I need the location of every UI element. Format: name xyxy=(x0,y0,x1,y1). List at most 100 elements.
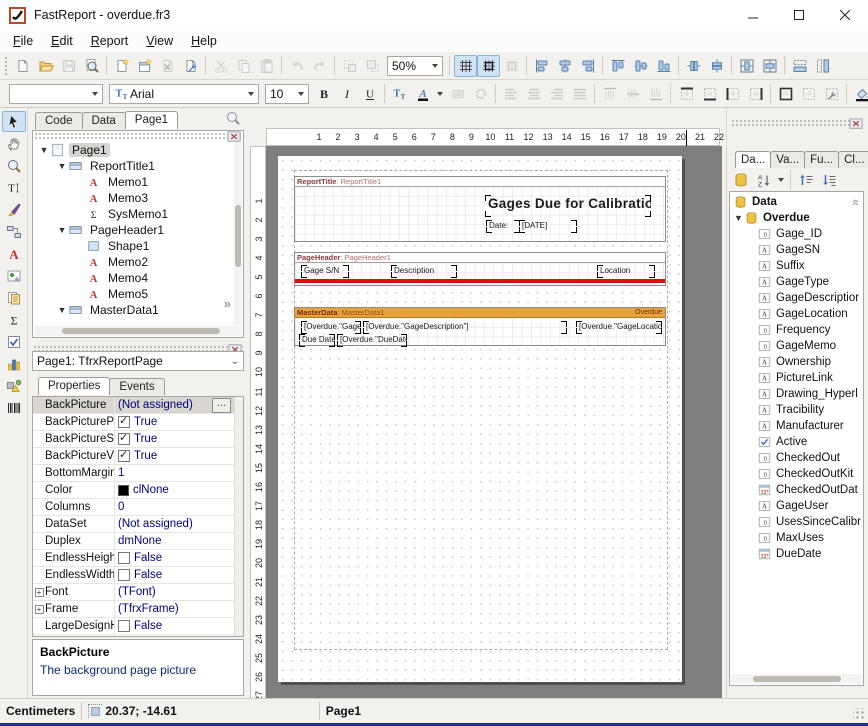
shape-red-line[interactable] xyxy=(295,279,665,283)
tab-code[interactable]: Code xyxy=(35,112,83,129)
data-field-row[interactable]: AGageType xyxy=(731,274,862,290)
expand-all-button[interactable] xyxy=(817,169,840,191)
frame-all-button[interactable] xyxy=(774,83,797,105)
font-select[interactable]: TTArial xyxy=(109,84,259,104)
memo-object[interactable]: [Overdue."GageS xyxy=(301,321,361,334)
subreport-object-button[interactable] xyxy=(2,287,26,308)
memo-object[interactable]: Gages Due for Calibration xyxy=(485,195,651,217)
memo-object[interactable]: Due Date: xyxy=(299,334,335,347)
report-page[interactable]: ReportTitle: ReportTitle1Gages Due for C… xyxy=(278,156,682,682)
frame-right-button[interactable] xyxy=(744,83,767,105)
same-width-button[interactable] xyxy=(788,55,811,77)
tree-item[interactable]: Shape1 xyxy=(34,238,234,254)
data-field-row[interactable]: AOwnership xyxy=(731,354,862,370)
chevron-down-icon[interactable]: ▼ xyxy=(56,161,68,171)
data-field-row[interactable]: AGageDescriptior xyxy=(731,290,862,306)
checkbox-icon[interactable] xyxy=(118,569,130,581)
data-field-row[interactable]: .0UsesSinceCalibr xyxy=(731,514,862,530)
property-row[interactable]: +Frame(TfrxFrame) xyxy=(33,601,243,618)
text-object-button[interactable]: A xyxy=(2,243,26,264)
tab-properties[interactable]: Properties xyxy=(38,377,110,395)
new-report-button[interactable] xyxy=(11,55,34,77)
data-field-row[interactable]: APictureLink xyxy=(731,370,862,386)
search-properties-icon[interactable] xyxy=(225,110,241,126)
checkbox-icon[interactable] xyxy=(118,450,130,462)
data-field-row[interactable]: .0CheckedOut xyxy=(731,450,862,466)
center-vertically-button[interactable] xyxy=(758,55,781,77)
property-row[interactable]: LargeDesignHFalse xyxy=(33,618,243,635)
text-edit-tool-button[interactable]: T xyxy=(2,177,26,198)
checkbox-object-button[interactable] xyxy=(2,331,26,352)
collapse-all-button[interactable] xyxy=(794,169,817,191)
system-text-object-button[interactable]: Σ xyxy=(2,309,26,330)
shape-object-button[interactable] xyxy=(2,375,26,396)
font-settings-button[interactable]: TT xyxy=(388,83,411,105)
fill-color-button[interactable] xyxy=(850,83,868,105)
property-row[interactable]: EndlessHeightFalse xyxy=(33,550,243,567)
chevron-down-icon[interactable]: ▼ xyxy=(733,213,744,223)
report-tree-vscrollbar[interactable] xyxy=(234,143,242,325)
property-row[interactable]: +Font(TFont) xyxy=(33,584,243,601)
data-panel-drag-handle[interactable] xyxy=(731,119,864,127)
tab-data[interactable]: Data xyxy=(82,112,126,129)
property-row[interactable]: BackPictureStTrue xyxy=(33,431,243,448)
maximize-button[interactable] xyxy=(776,0,822,30)
center-horizontally-button[interactable] xyxy=(735,55,758,77)
band-pageheader[interactable]: PageHeader: PageHeader1Gage S/NDescripti… xyxy=(294,252,666,286)
property-row[interactable]: DuplexdmNone xyxy=(33,533,243,550)
font-color-button[interactable]: A xyxy=(411,83,434,105)
align-tops-button[interactable] xyxy=(606,55,629,77)
property-row[interactable]: LeftMargin1 xyxy=(33,635,243,637)
expand-tree-chevron-icon[interactable]: » xyxy=(224,296,231,311)
tree-item[interactable]: ▼ReportTitle1 xyxy=(34,158,234,174)
font-size-select[interactable]: 10 xyxy=(265,84,309,104)
sort-fields-button[interactable]: AZ xyxy=(752,169,775,191)
data-field-row[interactable]: AGageSN xyxy=(731,242,862,258)
property-row[interactable]: ColorclNone xyxy=(33,482,243,499)
band-reporttitle[interactable]: ReportTitle: ReportTitle1Gages Due for C… xyxy=(294,176,666,242)
data-field-row[interactable]: .0CheckedOutKit xyxy=(731,466,862,482)
tree-item[interactable]: AMemo5 xyxy=(34,286,234,302)
insert-band-button[interactable] xyxy=(2,221,26,242)
data-field-row[interactable]: AGageUser xyxy=(731,498,862,514)
ellipsis-button[interactable]: … xyxy=(212,398,231,413)
same-height-button[interactable] xyxy=(811,55,834,77)
memo-object[interactable]: [Overdue."GageLocation"] xyxy=(576,321,662,334)
menu-file[interactable]: File xyxy=(4,32,42,50)
close-button[interactable] xyxy=(822,0,868,30)
object-selector[interactable]: Page1: TfrxReportPage⌄ xyxy=(32,351,244,371)
collapse-panel-chevron-icon[interactable]: » xyxy=(847,198,862,205)
format-copy-tool-button[interactable] xyxy=(2,199,26,220)
expand-plus-icon[interactable]: + xyxy=(35,588,44,597)
tree-item[interactable]: AMemo4 xyxy=(34,270,234,286)
tab-page1[interactable]: Page1 xyxy=(125,111,178,129)
tree-item[interactable]: ▼Page1 xyxy=(34,142,234,158)
style-select[interactable] xyxy=(9,84,103,104)
tree-item[interactable]: AMemo3 xyxy=(34,190,234,206)
space-vertically-button[interactable] xyxy=(705,55,728,77)
tree-item[interactable]: AMemo1 xyxy=(34,174,234,190)
align-bottoms-button[interactable] xyxy=(652,55,675,77)
space-horizontally-button[interactable] xyxy=(682,55,705,77)
align-rights-button[interactable] xyxy=(576,55,599,77)
memo-object[interactable]: [Overdue."DueDate"] xyxy=(337,334,407,347)
show-grid-button[interactable] xyxy=(454,55,477,77)
data-tree-hscrollbar[interactable] xyxy=(731,674,862,684)
resize-grip[interactable] xyxy=(853,708,865,720)
report-tree-drag-handle[interactable] xyxy=(34,132,242,140)
property-row[interactable]: BackPictureVisTrue xyxy=(33,448,243,465)
menu-help[interactable]: Help xyxy=(182,32,226,50)
tab-events[interactable]: Events xyxy=(109,378,164,395)
data-field-row[interactable]: AGageLocation xyxy=(731,306,862,322)
close-data-panel-icon[interactable] xyxy=(849,117,864,130)
hand-tool-button[interactable] xyxy=(2,133,26,154)
tree-item[interactable]: ▼PageHeader1 xyxy=(34,222,234,238)
data-field-row[interactable]: CheckedOutDat xyxy=(731,482,862,498)
open-report-button[interactable] xyxy=(34,55,57,77)
picture-object-button[interactable] xyxy=(2,265,26,286)
property-row[interactable]: Columns0 xyxy=(33,499,243,516)
data-field-row[interactable]: ATracibility xyxy=(731,402,862,418)
data-field-row[interactable]: .0MaxUses xyxy=(731,530,862,546)
data-field-row[interactable]: ADrawing_Hyperl xyxy=(731,386,862,402)
menu-view[interactable]: View xyxy=(137,32,182,50)
